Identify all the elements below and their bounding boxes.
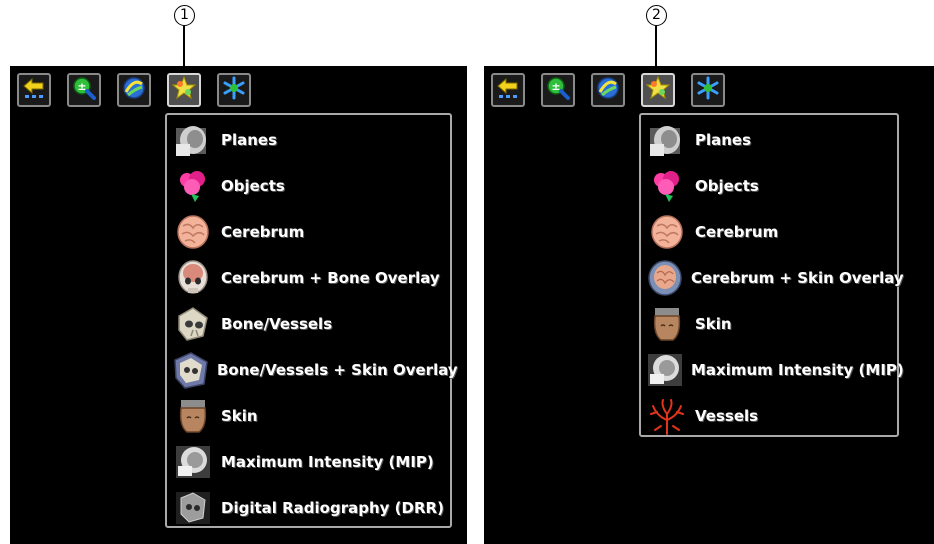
- back-arrow-icon: [495, 75, 521, 105]
- zoom-icon: ±: [545, 75, 571, 105]
- menu-item-cerebrum[interactable]: Cerebrum: [641, 210, 897, 254]
- menu-item-label: Vessels: [695, 407, 759, 425]
- render-mode-button[interactable]: [167, 73, 201, 107]
- mip-icon: [645, 349, 685, 391]
- snowflake-button[interactable]: [217, 73, 251, 107]
- menu-item-cerebrum[interactable]: Cerebrum: [167, 210, 450, 254]
- vessels-icon: [645, 395, 689, 437]
- menu-item-bone-vessels-skin-overlay[interactable]: Bone/Vessels + Skin Overlay: [167, 348, 458, 392]
- bone-vessels-skin-overlay-icon: [171, 349, 211, 391]
- menu-item-mip[interactable]: Maximum Intensity (MIP): [167, 440, 450, 484]
- drr-icon: [171, 487, 215, 529]
- snowflake-icon: [221, 75, 247, 105]
- back-button[interactable]: [491, 73, 525, 107]
- bone-vessels-icon: [171, 303, 215, 345]
- menu-item-label: Objects: [695, 177, 759, 195]
- planes-icon: [171, 119, 215, 161]
- menu-item-skin[interactable]: Skin: [167, 394, 450, 438]
- menu-item-bone-vessels[interactable]: Bone/Vessels: [167, 302, 450, 346]
- render-mode-menu: Planes Objects Cerebrum Cerebrum + Skin …: [639, 113, 904, 438]
- menu-item-label: Planes: [695, 131, 752, 149]
- rotate-button[interactable]: [591, 73, 625, 107]
- menu-item-label: Maximum Intensity (MIP): [221, 453, 434, 471]
- menu-item-cerebrum-skin-overlay[interactable]: Cerebrum + Skin Overlay: [641, 256, 904, 300]
- callout-number: 1: [174, 5, 195, 26]
- mip-icon: [171, 441, 215, 483]
- menu-item-label: Planes: [221, 131, 278, 149]
- menu-item-mip[interactable]: Maximum Intensity (MIP): [641, 348, 904, 392]
- rotate-icon: [121, 75, 147, 105]
- zoom-button[interactable]: ±: [67, 73, 101, 107]
- cerebrum-icon: [645, 211, 689, 253]
- menu-item-label: Cerebrum + Skin Overlay: [691, 269, 904, 287]
- toolbar: ±: [491, 73, 741, 109]
- menu-item-label: Cerebrum: [695, 223, 779, 241]
- menu-item-label: Skin: [695, 315, 732, 333]
- callout-2: 2: [642, 5, 670, 78]
- back-arrow-icon: [21, 75, 47, 105]
- menu-item-label: Cerebrum + Bone Overlay: [221, 269, 440, 287]
- menu-item-label: Bone/Vessels + Skin Overlay: [217, 361, 458, 379]
- menu-item-objects[interactable]: Objects: [641, 164, 897, 208]
- snowflake-icon: [695, 75, 721, 105]
- cerebrum-skin-overlay-icon: [645, 257, 685, 299]
- panel-2: ± Planes Objects Cerebrum Cerebrum + Ski…: [484, 66, 934, 544]
- callout-1: 1: [170, 5, 198, 78]
- menu-item-drr[interactable]: Digital Radiography (DRR): [167, 486, 450, 530]
- menu-item-skin[interactable]: Skin: [641, 302, 897, 346]
- render-mode-menu: Planes Objects Cerebrum Cerebrum + Bone …: [165, 113, 458, 530]
- objects-icon: [171, 165, 215, 207]
- snowflake-button[interactable]: [691, 73, 725, 107]
- menu-item-planes[interactable]: Planes: [167, 118, 450, 162]
- menu-item-objects[interactable]: Objects: [167, 164, 450, 208]
- menu-item-label: Skin: [221, 407, 258, 425]
- menu-item-label: Digital Radiography (DRR): [221, 499, 444, 517]
- skin-icon: [645, 303, 689, 345]
- cerebrum-icon: [171, 211, 215, 253]
- render-mode-button[interactable]: [641, 73, 675, 107]
- render-mode-icon: [171, 75, 197, 105]
- back-button[interactable]: [17, 73, 51, 107]
- panel-1: ± Planes Objects Cerebrum Cerebrum + Bon…: [10, 66, 467, 544]
- planes-icon: [645, 119, 689, 161]
- zoom-icon: ±: [71, 75, 97, 105]
- render-mode-icon: [645, 75, 671, 105]
- menu-item-label: Cerebrum: [221, 223, 305, 241]
- zoom-button[interactable]: ±: [541, 73, 575, 107]
- menu-item-label: Objects: [221, 177, 285, 195]
- menu-item-label: Bone/Vessels: [221, 315, 333, 333]
- callout-number: 2: [646, 5, 667, 26]
- menu-item-vessels[interactable]: Vessels: [641, 394, 897, 438]
- toolbar: ±: [17, 73, 267, 109]
- rotate-button[interactable]: [117, 73, 151, 107]
- menu-item-planes[interactable]: Planes: [641, 118, 897, 162]
- skin-icon: [171, 395, 215, 437]
- menu-item-cerebrum-bone-overlay[interactable]: Cerebrum + Bone Overlay: [167, 256, 450, 300]
- rotate-icon: [595, 75, 621, 105]
- cerebrum-bone-overlay-icon: [171, 257, 215, 299]
- objects-icon: [645, 165, 689, 207]
- menu-item-label: Maximum Intensity (MIP): [691, 361, 904, 379]
